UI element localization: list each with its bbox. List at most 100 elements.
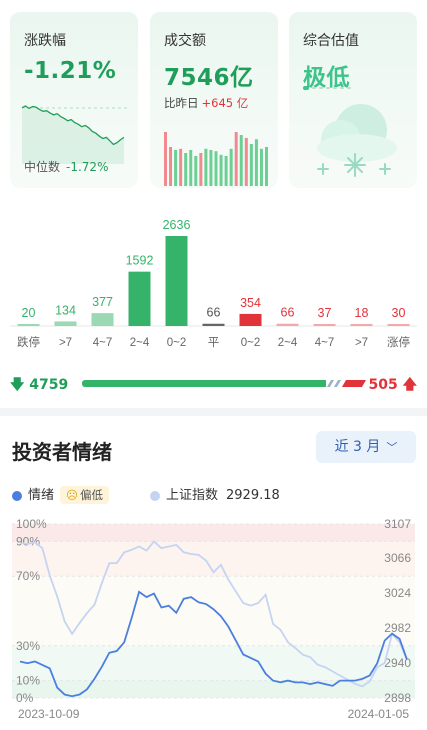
section-title: 投资者情绪 bbox=[12, 440, 112, 464]
down-ratio-fill bbox=[82, 380, 326, 387]
ratio-separator bbox=[333, 380, 342, 387]
bar-category-label: 0~2 bbox=[241, 337, 261, 349]
bar-value-label: 2636 bbox=[163, 218, 191, 232]
bar-value-label: 354 bbox=[240, 296, 261, 310]
zone-band bbox=[12, 645, 415, 681]
turnover-bar bbox=[219, 154, 223, 186]
distribution-bar bbox=[91, 313, 114, 326]
right-tick-label: 3107 bbox=[384, 517, 411, 531]
compare-label: 比昨日 bbox=[164, 96, 199, 110]
bar-category-label: 跌停 bbox=[17, 335, 40, 349]
bar-value-label: 1592 bbox=[126, 254, 154, 268]
sentiment-chart[interactable]: 100%90%70%30%10%0%3107306630242982294028… bbox=[12, 512, 415, 722]
distribution-bar bbox=[239, 313, 262, 326]
turnover-bar bbox=[224, 156, 228, 186]
legend-index-value: 2929.18 bbox=[226, 488, 280, 503]
compare-value: +645 亿 bbox=[201, 96, 249, 110]
bar-value-label: 18 bbox=[355, 306, 369, 320]
up-ratio-fill bbox=[341, 380, 367, 387]
turnover-bar bbox=[189, 150, 193, 186]
turnover-bar bbox=[164, 132, 167, 186]
valuation-card-title: 综合估值 bbox=[303, 33, 359, 49]
turnover-bar bbox=[259, 148, 263, 186]
zone-band bbox=[12, 576, 415, 646]
sentiment-dot-icon bbox=[12, 490, 22, 501]
sentiment-badge-text: 偏低 bbox=[80, 488, 104, 502]
index-dot-icon bbox=[150, 490, 160, 501]
legend-sentiment-label: 情绪 bbox=[28, 488, 55, 503]
bar-category-label: 2~4 bbox=[278, 337, 298, 349]
turnover-value: 7546亿 bbox=[164, 65, 254, 91]
turnover-bar bbox=[209, 150, 213, 186]
bar-category-label: 涨停 bbox=[387, 335, 410, 349]
median-label: 中位数 bbox=[24, 160, 61, 174]
right-tick-label: 3024 bbox=[384, 586, 411, 600]
left-tick-label: 90% bbox=[16, 534, 40, 548]
bar-value-label: 66 bbox=[281, 306, 295, 320]
distribution-bar bbox=[54, 321, 77, 326]
bar-value-label: 134 bbox=[55, 303, 76, 317]
turnover-bar bbox=[234, 132, 238, 186]
down-count: 🡇 4759 bbox=[10, 374, 68, 398]
turnover-bar bbox=[265, 147, 268, 186]
turnover-compare: 比昨日 +645 亿 bbox=[164, 95, 248, 111]
turnover-bar bbox=[244, 138, 248, 186]
distribution-bar bbox=[276, 323, 299, 326]
distribution-chart: 20 跌停 134 >7 377 4~7 1592 2~4 2636 0~2 66 平 354 0~2 66… bbox=[10, 218, 417, 349]
turnover-bar bbox=[254, 139, 258, 186]
bar-category-label: 4~7 bbox=[93, 337, 113, 349]
right-tick-label: 3066 bbox=[384, 551, 411, 565]
left-tick-label: 100% bbox=[16, 517, 47, 531]
rise-fall-ratio-bar: 🡇 4759 505 🡅 bbox=[10, 372, 417, 396]
turnover-bar bbox=[204, 148, 208, 186]
valuation-card[interactable]: 综合估值 极低 bbox=[289, 12, 417, 188]
chart-legend: 情绪 ☹ 偏低 上证指数 2929.18 bbox=[12, 484, 412, 504]
right-tick-label: 2898 bbox=[384, 691, 411, 705]
median-value: -1.72% bbox=[66, 160, 109, 174]
range-dropdown[interactable]: 近 3 月 ﹀ bbox=[316, 431, 416, 463]
median-row: 中位数 -1.72% bbox=[24, 158, 108, 175]
bar-value-label: 20 bbox=[22, 306, 36, 320]
distribution-bar bbox=[350, 324, 373, 326]
distribution-bar bbox=[17, 324, 40, 326]
down-total: 4759 bbox=[29, 377, 69, 393]
distribution-bar bbox=[128, 271, 151, 326]
snow-cloud-icon bbox=[317, 104, 397, 177]
up-count: 505 🡅 bbox=[368, 374, 417, 398]
turnover-bar bbox=[194, 156, 198, 186]
legend-index-label: 上证指数 bbox=[166, 488, 219, 503]
range-label: 近 3 月 bbox=[334, 439, 381, 455]
bar-category-label: 0~2 bbox=[167, 337, 187, 349]
x-start-label: 2023-10-09 bbox=[18, 707, 80, 721]
change-card-title: 涨跌幅 bbox=[24, 33, 66, 49]
legend-sentiment[interactable]: 情绪 ☹ 偏低 bbox=[12, 484, 110, 504]
left-tick-label: 10% bbox=[16, 674, 40, 688]
turnover-bar bbox=[179, 148, 183, 186]
turnover-card[interactable]: 成交额 7546亿 比昨日 +645 亿 bbox=[150, 12, 278, 188]
bar-value-label: 66 bbox=[207, 306, 221, 320]
change-trend-sparkline bbox=[22, 105, 128, 164]
turnover-bar bbox=[249, 144, 253, 186]
left-tick-label: 70% bbox=[16, 569, 40, 583]
bar-category-label: >7 bbox=[355, 337, 368, 349]
section-divider bbox=[0, 408, 427, 416]
change-card[interactable]: 涨跌幅 -1.21% 中位数 -1.72% bbox=[10, 12, 138, 188]
bar-value-label: 377 bbox=[92, 295, 113, 309]
bar-category-label: 2~4 bbox=[130, 337, 150, 349]
sad-face-icon: ☹ bbox=[66, 488, 79, 502]
valuation-level-dots bbox=[303, 86, 351, 90]
bar-value-label: 30 bbox=[392, 306, 406, 320]
bar-category-label: 4~7 bbox=[315, 337, 335, 349]
rise-fall-distribution: 20 跌停 134 >7 377 4~7 1592 2~4 2636 0~2 66 平 354 0~2 66… bbox=[10, 210, 417, 350]
legend-index[interactable]: 上证指数 2929.18 bbox=[150, 484, 280, 503]
turnover-card-title: 成交额 bbox=[164, 33, 206, 49]
turnover-bar bbox=[169, 147, 173, 186]
left-tick-label: 0% bbox=[16, 691, 34, 705]
turnover-bar bbox=[229, 148, 233, 186]
distribution-bar bbox=[165, 236, 188, 326]
sentiment-badge: ☹ 偏低 bbox=[60, 486, 110, 504]
right-tick-label: 2982 bbox=[384, 621, 411, 635]
turnover-bar bbox=[174, 150, 178, 186]
distribution-bar bbox=[387, 324, 410, 326]
chevron-down-icon: ﹀ bbox=[386, 441, 398, 454]
